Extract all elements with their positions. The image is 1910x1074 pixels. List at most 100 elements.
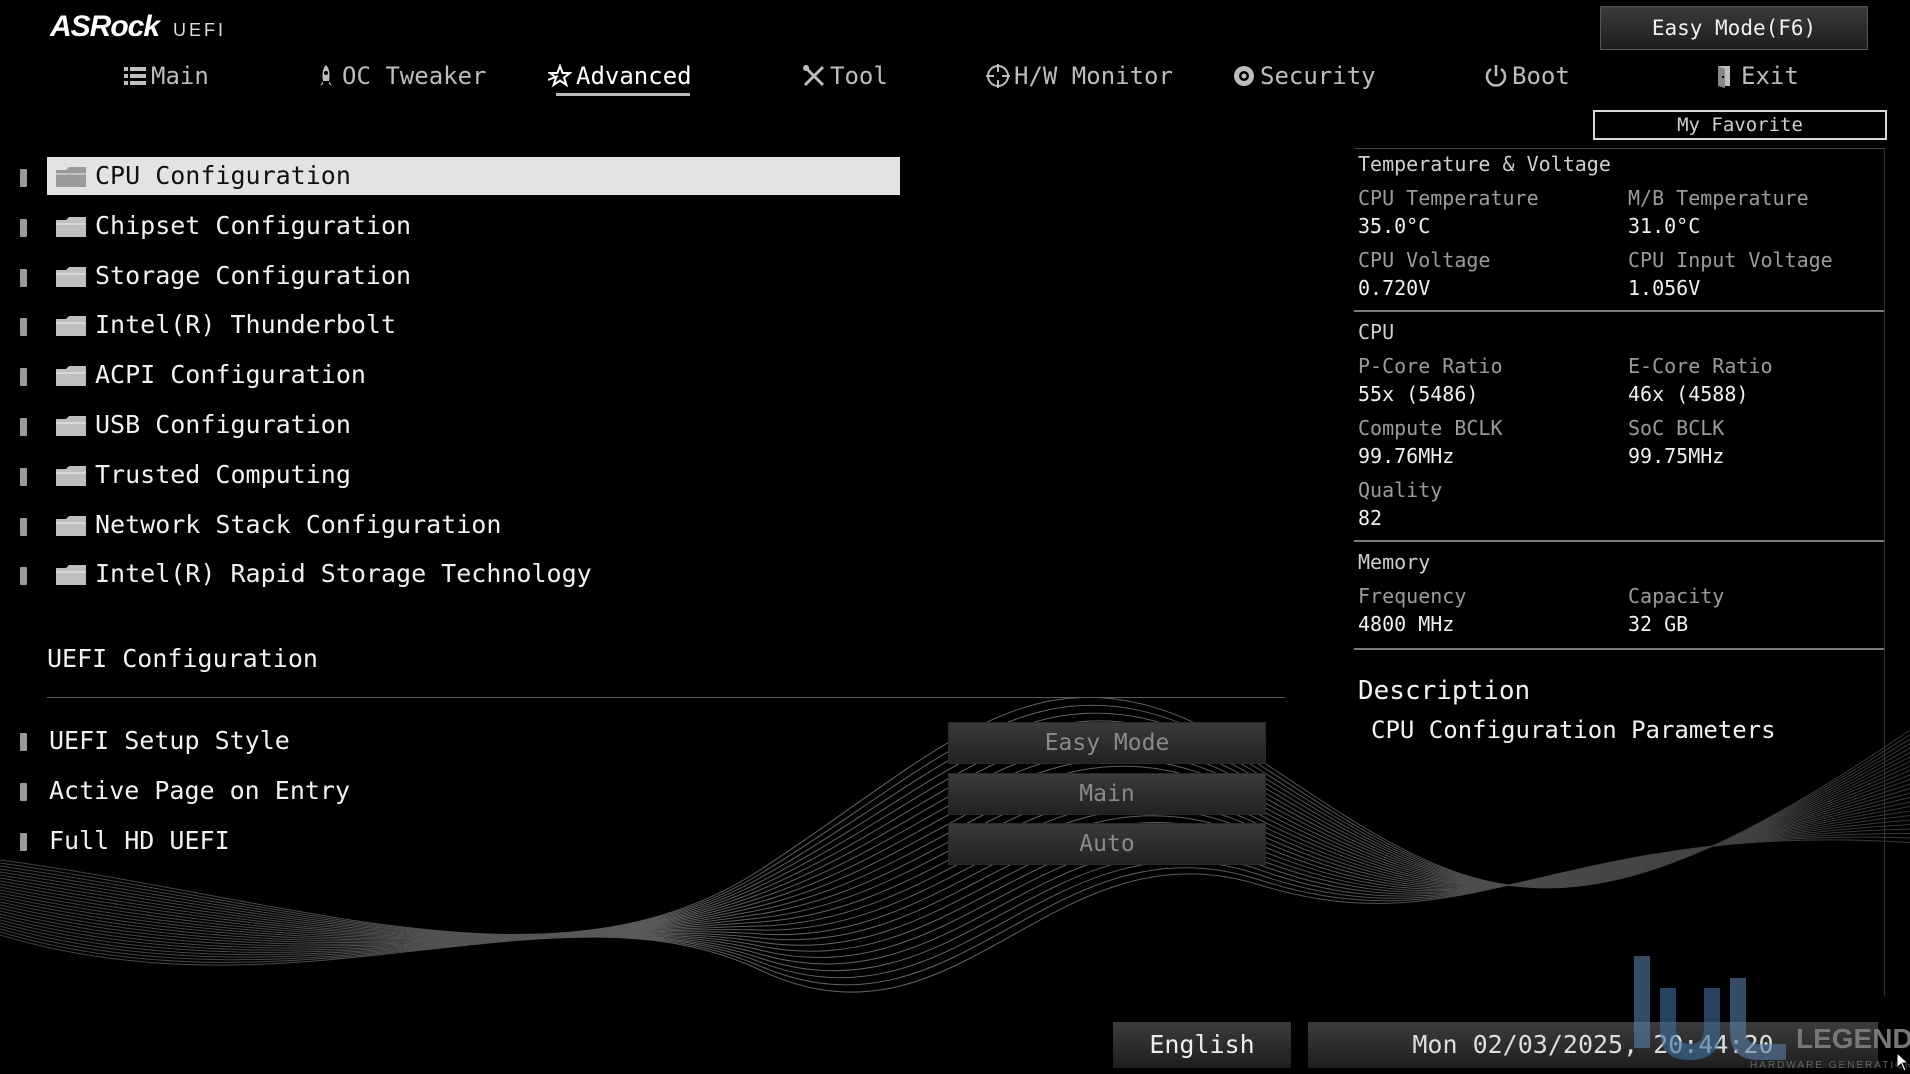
- tab-tool-label: Tool: [830, 62, 888, 90]
- tab-security-label: Security: [1260, 62, 1376, 90]
- option-bullet-icon: [20, 783, 27, 801]
- menu-bullet-icon: [20, 368, 27, 386]
- capacity-label: Capacity: [1628, 584, 1725, 608]
- tab-oc-tweaker-label: OC Tweaker: [342, 62, 487, 90]
- tab-tool[interactable]: Tool: [802, 56, 888, 96]
- uefi-configuration-heading: UEFI Configuration: [47, 644, 318, 673]
- brand-subtitle: UEFI: [173, 20, 227, 40]
- cpu-voltage-value: 0.720V: [1358, 276, 1431, 300]
- menu-item-label: USB Configuration: [95, 410, 351, 439]
- folder-icon: [56, 267, 86, 287]
- option-bullet-icon: [20, 733, 27, 751]
- rocket-icon: [320, 65, 332, 86]
- folder-icon: [56, 466, 86, 486]
- brand-name: ASRock: [50, 10, 160, 43]
- list-icon: [124, 67, 146, 85]
- watermark-text: LEGEND: [1796, 1023, 1910, 1054]
- legend-watermark-logo: LEGEND HARDWARE GENERATION: [1634, 956, 1910, 1071]
- language-button[interactable]: English: [1113, 1022, 1291, 1068]
- mb-temp-label: M/B Temperature: [1628, 186, 1809, 210]
- menu-bullet-icon: [20, 269, 27, 287]
- menu-bullet-icon: [20, 418, 27, 436]
- folder-icon: [56, 366, 86, 386]
- menu-item[interactable]: Trusted Computing: [47, 456, 900, 494]
- pcore-ratio-label: P-Core Ratio: [1358, 354, 1503, 378]
- menu-item-label: Intel(R) Rapid Storage Technology: [95, 559, 592, 588]
- menu-item[interactable]: CPU Configuration: [47, 157, 900, 195]
- uefi-setup-style-select[interactable]: Easy Mode: [948, 722, 1266, 764]
- active-page-on-entry-select[interactable]: Main: [948, 773, 1266, 815]
- ecore-ratio-value: 46x (4588): [1628, 382, 1749, 406]
- menu-bullet-icon: [20, 518, 27, 536]
- easy-mode-button[interactable]: Easy Mode(F6): [1600, 6, 1868, 50]
- asrock-logo: ASRock UEFI: [50, 10, 226, 44]
- menu-bullet-icon: [20, 468, 27, 486]
- tab-boot-label: Boot: [1512, 62, 1570, 90]
- frequency-value: 4800 MHz: [1358, 612, 1455, 636]
- compute-bclk-value: 99.76MHz: [1358, 444, 1455, 468]
- capacity-value: 32 GB: [1628, 612, 1689, 636]
- menu-item-label: CPU Configuration: [95, 161, 351, 190]
- full-hd-uefi-select[interactable]: Auto: [948, 823, 1266, 865]
- cpu-input-voltage-label: CPU Input Voltage: [1628, 248, 1833, 272]
- folder-icon: [56, 167, 86, 187]
- exit-door-icon: [1718, 66, 1730, 88]
- description-heading: Description: [1358, 676, 1531, 706]
- temp-voltage-heading: Temperature & Voltage: [1358, 152, 1611, 176]
- star-icon: [547, 63, 573, 88]
- tab-security[interactable]: Security: [1232, 56, 1376, 96]
- ecore-ratio-label: E-Core Ratio: [1628, 354, 1773, 378]
- cpu-input-voltage-value: 1.056V: [1628, 276, 1701, 300]
- cpu-voltage-label: CPU Voltage: [1358, 248, 1491, 272]
- menu-bullet-icon: [20, 169, 27, 187]
- menu-item-label: Trusted Computing: [95, 460, 351, 489]
- soc-bclk-value: 99.75MHz: [1628, 444, 1725, 468]
- menu-item-label: Chipset Configuration: [95, 211, 412, 240]
- section-divider: [1354, 648, 1884, 650]
- menu-item[interactable]: Chipset Configuration: [47, 207, 900, 245]
- tab-advanced-label: Advanced: [576, 62, 692, 90]
- menu-item-label: ACPI Configuration: [95, 360, 366, 389]
- tab-hw-monitor-label: H/W Monitor: [1014, 62, 1173, 90]
- menu-item[interactable]: ACPI Configuration: [47, 356, 900, 394]
- tab-hw-monitor[interactable]: H/W Monitor: [986, 56, 1173, 96]
- active-page-on-entry-label: Active Page on Entry: [49, 776, 351, 805]
- tab-boot[interactable]: Boot: [1484, 56, 1570, 96]
- mouse-cursor-icon: [1896, 1052, 1910, 1072]
- tab-exit-label: Exit: [1741, 62, 1799, 90]
- power-icon: [1485, 65, 1507, 87]
- tab-exit[interactable]: Exit: [1713, 56, 1799, 96]
- tab-main[interactable]: Main: [123, 56, 209, 96]
- section-divider: [47, 697, 1285, 698]
- quality-label: Quality: [1358, 478, 1443, 502]
- my-favorite-button[interactable]: My Favorite: [1593, 110, 1887, 140]
- folder-icon: [56, 316, 86, 336]
- menu-item[interactable]: Intel(R) Rapid Storage Technology: [47, 555, 900, 593]
- full-hd-uefi-label: Full HD UEFI: [49, 826, 230, 855]
- tab-advanced[interactable]: Advanced: [547, 56, 692, 96]
- section-divider: [1354, 540, 1884, 542]
- menu-item[interactable]: USB Configuration: [47, 406, 900, 444]
- tools-icon: [803, 65, 825, 87]
- compute-bclk-label: Compute BCLK: [1358, 416, 1503, 440]
- frequency-label: Frequency: [1358, 584, 1467, 608]
- menu-item-label: Storage Configuration: [95, 261, 412, 290]
- memory-heading: Memory: [1358, 550, 1431, 574]
- menu-item-label: Intel(R) Thunderbolt: [95, 310, 397, 339]
- tab-oc-tweaker[interactable]: OC Tweaker: [314, 56, 487, 96]
- folder-icon: [56, 565, 86, 585]
- cpu-temp-value: 35.0°C: [1358, 214, 1431, 238]
- menu-bullet-icon: [20, 318, 27, 336]
- quality-value: 82: [1358, 506, 1383, 530]
- menu-item[interactable]: Storage Configuration: [47, 257, 900, 295]
- panel-frame-right: [1884, 148, 1885, 996]
- watermark-subtext: HARDWARE GENERATION: [1750, 1060, 1910, 1071]
- pcore-ratio-value: 55x (5486): [1358, 382, 1479, 406]
- description-text: CPU Configuration Parameters: [1371, 716, 1776, 744]
- menu-item[interactable]: Network Stack Configuration: [47, 506, 900, 544]
- menu-item[interactable]: Intel(R) Thunderbolt: [47, 306, 900, 344]
- cpu-temp-label: CPU Temperature: [1358, 186, 1539, 210]
- option-bullet-icon: [20, 833, 27, 851]
- folder-icon: [56, 217, 86, 237]
- menu-item-label: Network Stack Configuration: [95, 510, 502, 539]
